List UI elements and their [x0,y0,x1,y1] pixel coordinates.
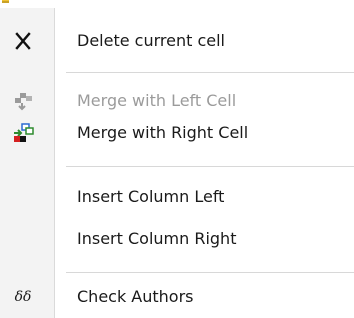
menu-item-label: Merge with Left Cell [77,91,237,110]
menu-item-merge-right-cell[interactable]: Merge with Right Cell [0,116,354,152]
menu-item-label: Insert Column Right [77,229,237,248]
menu-separator [66,272,354,273]
menu-item-label: Merge with Right Cell [77,123,249,142]
menu-item-delete-current-cell[interactable]: Delete current cell [0,24,354,60]
menu-item-merge-left-cell[interactable]: Merge with Left Cell [0,84,354,120]
menu-item-insert-column-right[interactable]: Insert Column Right [0,222,354,258]
merge-left-icon [15,93,32,111]
menu-item-label: Insert Column Left [77,187,225,206]
merge-right-icon [14,123,34,142]
close-x-icon [15,32,31,50]
menu-separator [66,72,354,73]
menu-item-label: Delete current cell [77,31,225,50]
menu-item-label: Check Authors [77,287,194,306]
menu-corner-glyph [2,0,9,3]
menu-separator [66,166,354,167]
menu-item-check-authors[interactable]: δδ Check Authors [0,280,354,316]
menu-item-insert-column-left[interactable]: Insert Column Left [0,180,354,216]
glasses-icon: δδ [14,289,32,305]
context-menu: Delete current cell Merge with Left Cell… [0,0,354,318]
